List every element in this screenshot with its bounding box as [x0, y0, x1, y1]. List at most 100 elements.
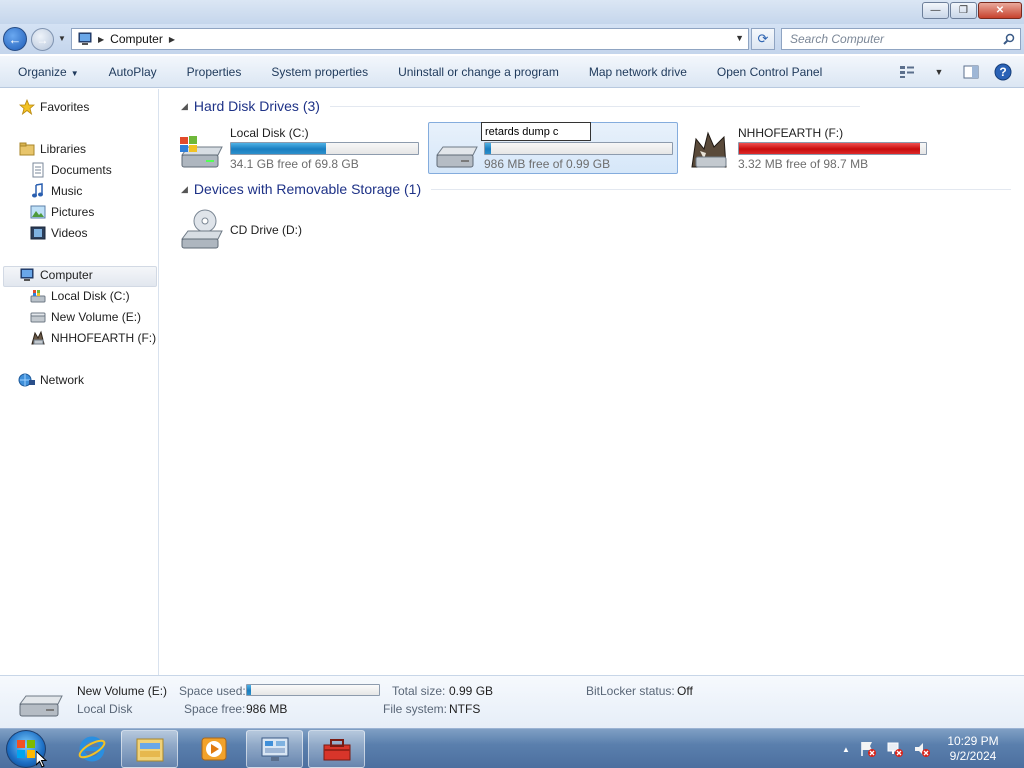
hard-drive-icon	[19, 695, 63, 717]
search-box[interactable]: Search Computer	[781, 28, 1021, 50]
help-button[interactable]: ?	[994, 63, 1012, 81]
organize-caret-icon: ▼	[70, 68, 79, 78]
file-system-label: File system:	[383, 702, 448, 716]
drive-tile-nhhofearth-f[interactable]: NHHOFEARTH (F:) 3.32 MB free of 98.7 MB	[682, 123, 936, 175]
taskbar: ▲ 10:29 PM 9/2/2024	[0, 728, 1024, 768]
hard-drive-windows-icon	[180, 136, 223, 168]
show-hidden-icons-button[interactable]: ▲	[842, 745, 850, 754]
minimize-button[interactable]: —	[922, 2, 949, 19]
search-input[interactable]: Search Computer	[782, 32, 998, 46]
drive-usage-fill	[739, 143, 921, 154]
nav-item-computer[interactable]: Computer	[18, 265, 93, 285]
view-dropdown-icon[interactable]: ▼	[930, 63, 948, 81]
clock-time: 10:29 PM	[947, 734, 999, 748]
nav-item-nhhofearth-f[interactable]: NHHOFEARTH (F:)	[29, 328, 156, 348]
refresh-icon: ⟳	[757, 31, 769, 46]
internet-explorer-icon	[78, 736, 105, 762]
volume-muted-icon[interactable]	[913, 740, 931, 758]
nav-item-pictures[interactable]: Pictures	[29, 202, 94, 222]
address-dropdown-icon[interactable]: ▼	[735, 33, 744, 43]
drive-usage-fill	[231, 143, 327, 154]
command-bar: Organize ▼ AutoPlay Properties System pro…	[0, 56, 1024, 88]
drive-usage-bar	[738, 142, 927, 155]
open-control-panel-button[interactable]: Open Control Panel	[702, 65, 837, 79]
view-options-icon	[900, 66, 914, 78]
nav-item-network[interactable]: Network	[18, 370, 84, 390]
nav-item-new-volume-e[interactable]: New Volume (E:)	[29, 307, 141, 327]
system-clock[interactable]: 10:29 PM 9/2/2024	[936, 734, 1010, 764]
hard-drive-icon	[29, 309, 47, 325]
group-header-hard-disk-drives[interactable]: ◢ Hard Disk Drives (3)	[181, 98, 860, 114]
content-pane: ◢ Hard Disk Drives (3) Local Disk (C:) 3…	[160, 89, 1024, 675]
taskbar-media-player[interactable]	[185, 730, 242, 768]
star-icon	[18, 99, 36, 115]
drive-tile-new-volume-e[interactable]: 986 MB free of 0.99 GB	[428, 122, 678, 174]
nav-item-music[interactable]: Music	[29, 181, 82, 201]
group-header-removable-storage[interactable]: ◢ Devices with Removable Storage (1)	[181, 181, 1012, 197]
videos-icon	[29, 225, 47, 241]
address-bar[interactable]: ▶ Computer ▶ ▼	[71, 28, 749, 50]
taskbar-toolbox-app[interactable]	[308, 730, 365, 768]
drive-name: CD Drive (D:)	[230, 223, 302, 237]
details-drive-name: New Volume (E:)	[77, 684, 168, 698]
forward-arrow-icon: →	[36, 32, 49, 47]
navigation-pane: Favorites Libraries Documents Music Pict…	[0, 89, 159, 675]
total-size-label: Total size:	[392, 684, 446, 698]
space-free-label: Space free:	[184, 702, 246, 716]
maximize-button[interactable]: ❐	[950, 2, 977, 19]
preview-pane-button[interactable]	[962, 63, 980, 81]
recent-pages-dropdown[interactable]: ▼	[58, 34, 66, 44]
details-pane: New Volume (E:) Local Disk Space used: S…	[0, 675, 1024, 728]
taskbar-control-panel[interactable]	[246, 730, 303, 768]
taskbar-windows-explorer[interactable]	[121, 730, 178, 768]
nav-item-local-disk-c[interactable]: Local Disk (C:)	[29, 286, 130, 306]
network-status-icon[interactable]	[886, 740, 904, 758]
libraries-icon	[18, 141, 36, 157]
drive-free-space: 3.32 MB free of 98.7 MB	[738, 157, 869, 171]
uninstall-program-button[interactable]: Uninstall or change a program	[383, 65, 574, 79]
mouse-pointer-icon	[36, 751, 48, 768]
drive-name: Local Disk (C:)	[230, 126, 309, 140]
notification-area: ▲	[842, 729, 931, 768]
change-view-button[interactable]	[898, 63, 916, 81]
autoplay-button[interactable]: AutoPlay	[94, 65, 172, 79]
clock-date: 9/2/2024	[949, 749, 997, 763]
nav-item-favorites[interactable]: Favorites	[18, 97, 89, 117]
action-center-flag-icon[interactable]	[859, 740, 877, 758]
help-icon: ?	[994, 63, 1012, 81]
drive-tile-cd-drive-d[interactable]: CD Drive (D:)	[174, 207, 374, 257]
system-properties-button[interactable]: System properties	[256, 65, 383, 79]
collapse-triangle-icon[interactable]: ◢	[181, 101, 188, 112]
hard-drive-icon	[436, 146, 478, 168]
map-network-drive-button[interactable]: Map network drive	[574, 65, 702, 79]
close-button[interactable]: ✕	[978, 2, 1022, 19]
preview-pane-icon	[963, 65, 979, 79]
windows-logo-icon	[17, 740, 35, 758]
back-button[interactable]: ←	[3, 27, 27, 51]
drive-name: NHHOFEARTH (F:)	[738, 126, 844, 140]
breadcrumb-chevron-icon[interactable]: ▶	[169, 35, 175, 44]
drive-tile-local-disk-c[interactable]: Local Disk (C:) 34.1 GB free of 69.8 GB	[174, 123, 428, 175]
drive-usage-bar	[230, 142, 419, 155]
nav-item-libraries[interactable]: Libraries	[18, 139, 86, 159]
media-player-icon	[201, 737, 226, 761]
nav-item-documents[interactable]: Documents	[29, 160, 112, 180]
space-free-value: 986 MB	[246, 702, 288, 716]
collapse-triangle-icon[interactable]: ◢	[181, 184, 188, 195]
organize-button[interactable]: Organize ▼	[0, 65, 94, 79]
group-divider	[431, 188, 1012, 190]
breadcrumb-computer[interactable]: Computer	[110, 32, 163, 46]
nav-item-videos[interactable]: Videos	[29, 223, 87, 243]
breadcrumb-separator-icon[interactable]: ▶	[98, 35, 104, 44]
folder-icon	[136, 738, 163, 762]
rename-text-field[interactable]	[481, 122, 591, 141]
file-system-value: NTFS	[449, 702, 481, 716]
space-used-fill	[247, 685, 251, 695]
custom-drive-icon	[691, 131, 727, 168]
search-icon[interactable]	[998, 29, 1020, 49]
drive-usage-fill	[485, 143, 491, 154]
properties-button[interactable]: Properties	[172, 65, 257, 79]
refresh-button[interactable]: ⟳	[751, 28, 775, 50]
forward-button[interactable]: →	[31, 28, 54, 51]
taskbar-internet-explorer[interactable]	[63, 730, 120, 768]
